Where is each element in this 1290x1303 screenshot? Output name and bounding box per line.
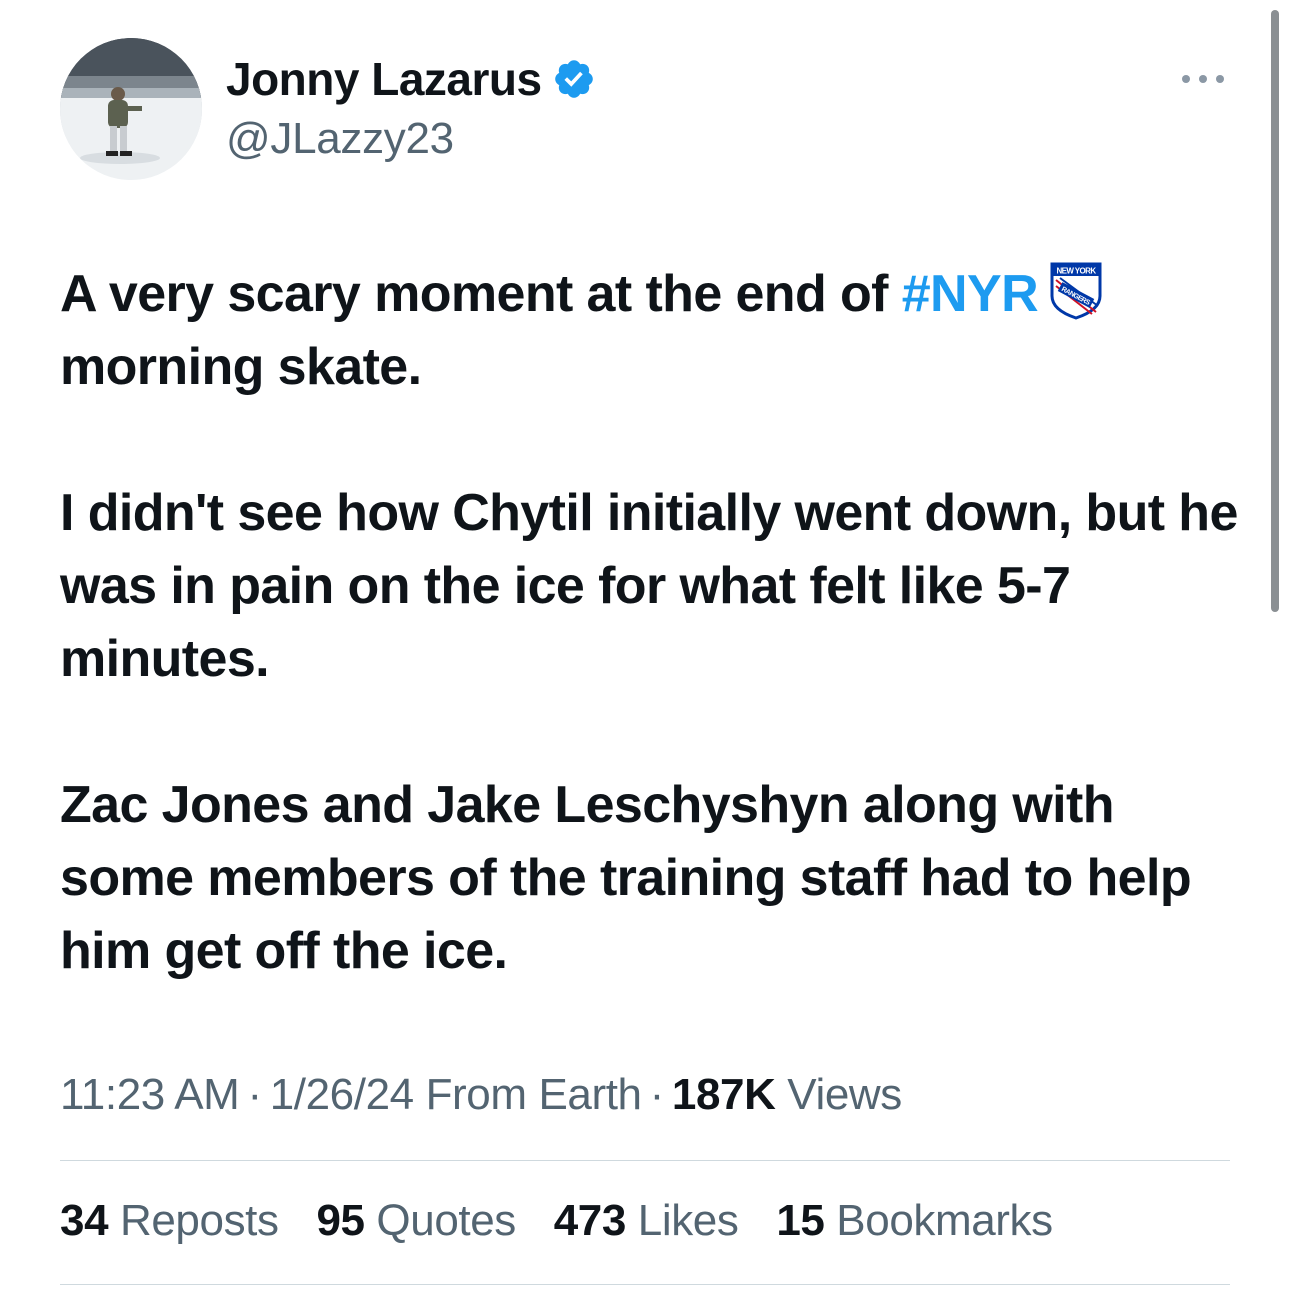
- new-york-rangers-logo-icon: NEW YORK RANGERS: [1050, 262, 1102, 320]
- tweet-text-intro: A very scary moment at the end of: [60, 265, 902, 323]
- tweet-paragraph-3: Zac Jones and Jake Leschyshyn along with…: [60, 776, 1192, 980]
- divider: [60, 1160, 1230, 1161]
- divider: [60, 1284, 1230, 1285]
- tweet-text-line2: morning skate.: [60, 338, 422, 396]
- likes-stat[interactable]: 473 Likes: [554, 1196, 739, 1245]
- views-count: 187K: [671, 1070, 776, 1119]
- author-display-name[interactable]: Jonny Lazarus: [226, 52, 542, 106]
- likes-label: Likes: [637, 1196, 739, 1245]
- verified-badge-icon[interactable]: [552, 57, 596, 101]
- quotes-count: 95: [316, 1196, 365, 1245]
- bookmarks-stat[interactable]: 15 Bookmarks: [776, 1196, 1053, 1245]
- tweet-detail: Jonny Lazarus @JLazzy23 A very scary mom…: [0, 0, 1290, 1303]
- engagement-stats: 34 Reposts 95 Quotes 473 Likes 15 Bookma…: [60, 1196, 1079, 1246]
- meta-separator: ·: [649, 1070, 665, 1119]
- avatar[interactable]: [60, 38, 202, 180]
- reposts-label: Reposts: [119, 1196, 279, 1245]
- author-handle[interactable]: @JLazzy23: [226, 114, 454, 164]
- quotes-label: Quotes: [376, 1196, 516, 1245]
- bookmarks-label: Bookmarks: [836, 1196, 1053, 1245]
- tweet-paragraph-1: A very scary moment at the end of #NYR N…: [60, 258, 1250, 404]
- tweet-meta: 11:23 AM · 1/26/24 From Earth · 187K Views: [60, 1070, 902, 1120]
- reposts-count: 34: [60, 1196, 109, 1245]
- tweet-source: From Earth: [425, 1070, 642, 1119]
- likes-count: 473: [553, 1196, 627, 1245]
- bookmarks-count: 15: [776, 1196, 825, 1245]
- reposts-stat[interactable]: 34 Reposts: [60, 1196, 279, 1245]
- tweet-time[interactable]: 11:23 AM: [60, 1070, 240, 1119]
- scrollbar[interactable]: [1271, 10, 1279, 612]
- hashtag-link[interactable]: #NYR: [902, 265, 1039, 323]
- quotes-stat[interactable]: 95 Quotes: [316, 1196, 516, 1245]
- tweet-paragraph-2: I didn't see how Chytil initially went d…: [60, 484, 1238, 688]
- more-dots-icon[interactable]: [1178, 64, 1228, 94]
- svg-text:NEW YORK: NEW YORK: [1057, 267, 1097, 276]
- meta-separator: ·: [247, 1070, 262, 1119]
- tweet-date[interactable]: 1/26/24: [270, 1070, 414, 1119]
- views-label: Views: [787, 1070, 902, 1119]
- avatar-photo: [60, 38, 202, 180]
- author-name-row: Jonny Lazarus: [226, 52, 596, 106]
- tweet-text: A very scary moment at the end of #NYR N…: [60, 258, 1250, 988]
